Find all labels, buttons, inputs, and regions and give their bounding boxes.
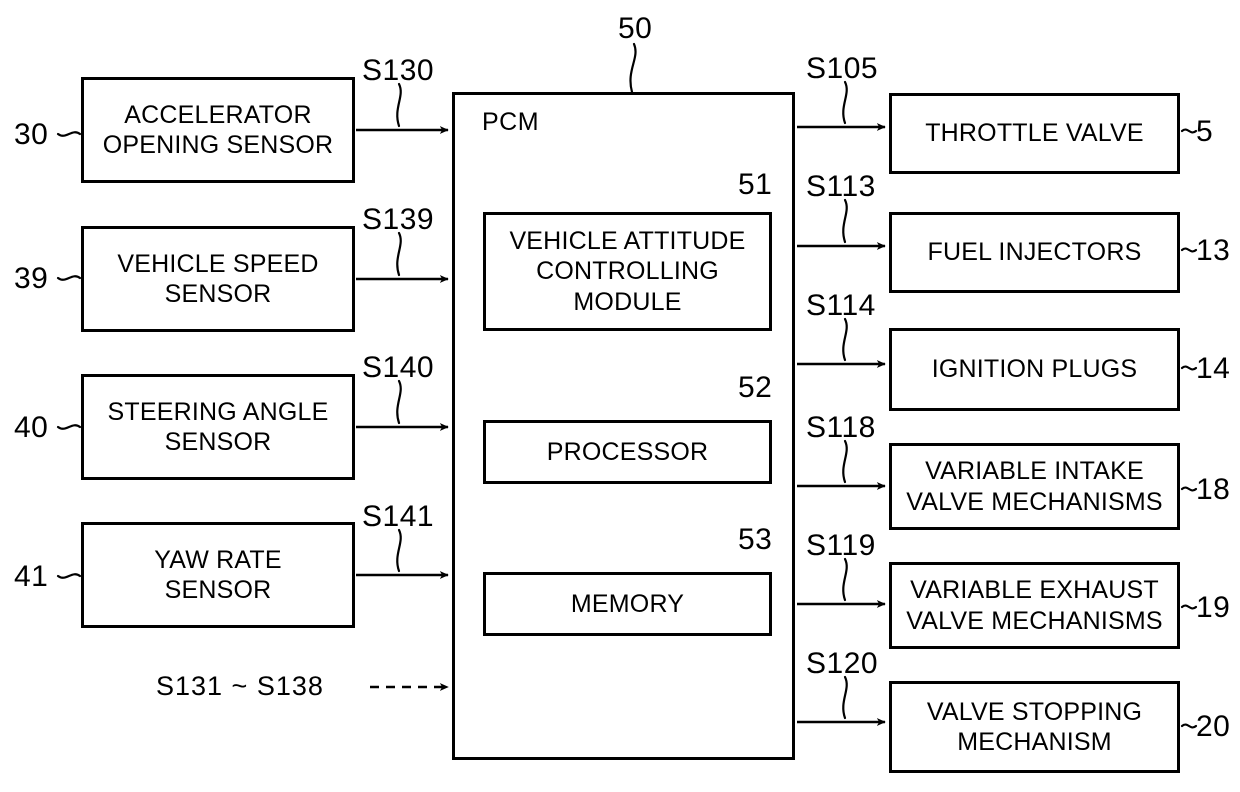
reference-numeral-13: 13	[1196, 234, 1230, 268]
pcm-module-processor[interactable]: PROCESSOR	[483, 420, 772, 484]
sensor-box-accelerator-opening-sensor[interactable]: ACCELERATOR OPENING SENSOR	[81, 77, 355, 183]
reference-numeral-18: 18	[1196, 473, 1230, 507]
signal-label-s119: S119	[806, 529, 876, 563]
signal-text: S120	[806, 647, 879, 680]
signal-range-text: S131 ~ S138	[156, 671, 324, 701]
signal-label-s139: S139	[362, 203, 434, 237]
sensor-box-yaw-rate-sensor[interactable]: YAW RATE SENSOR	[81, 522, 355, 628]
sensor-label: STEERING ANGLE SENSOR	[107, 397, 329, 457]
signal-label-s120: S120	[806, 647, 878, 681]
module-label: VEHICLE ATTITUDE CONTROLLING MODULE	[509, 226, 746, 316]
signal-text: S118	[806, 411, 876, 444]
reference-numeral-5: 5	[1196, 115, 1213, 149]
sensor-box-vehicle-speed-sensor[interactable]: VEHICLE SPEED SENSOR	[81, 226, 355, 332]
sensor-label: VEHICLE SPEED SENSOR	[117, 249, 319, 309]
actuator-box-variable-intake-valve-mechanisms[interactable]: VARIABLE INTAKE VALVE MECHANISMS	[889, 443, 1180, 530]
actuator-label: IGNITION PLUGS	[931, 355, 1138, 384]
signal-text: S119	[806, 529, 876, 562]
reference-numeral-text: 14	[1196, 352, 1231, 385]
signal-text: S139	[362, 203, 435, 236]
sensor-label: YAW RATE SENSOR	[154, 545, 282, 605]
signal-text: S114	[806, 289, 876, 322]
reference-numeral-text: 50	[618, 12, 653, 45]
signal-text: S113	[806, 170, 876, 203]
pcm-title-text: PCM	[482, 108, 540, 136]
actuator-box-throttle-valve[interactable]: THROTTLE VALVE	[889, 93, 1180, 174]
actuator-box-variable-exhaust-valve-mechanisms[interactable]: VARIABLE EXHAUST VALVE MECHANISMS	[889, 562, 1180, 649]
reference-numeral-text: 40	[14, 411, 49, 444]
reference-numeral-text: 51	[738, 168, 773, 201]
signal-label-s105: S105	[806, 52, 878, 86]
pcm-module-memory[interactable]: MEMORY	[483, 572, 772, 636]
actuator-label: VARIABLE EXHAUST VALVE MECHANISMS	[906, 576, 1163, 635]
signal-text: S141	[362, 500, 435, 533]
actuator-label: THROTTLE VALVE	[925, 119, 1144, 148]
reference-numeral-text: 19	[1196, 591, 1231, 624]
signal-label-s114: S114	[806, 289, 876, 323]
reference-numeral-50: 50	[618, 12, 652, 46]
reference-numeral-text: 53	[738, 523, 773, 556]
actuator-box-ignition-plugs[interactable]: IGNITION PLUGS	[889, 328, 1180, 411]
reference-numeral-52: 52	[738, 371, 772, 405]
signal-label-s140: S140	[362, 351, 434, 385]
module-label: PROCESSOR	[546, 437, 709, 466]
figure-canvas: ACCELERATOR OPENING SENSOR VEHICLE SPEED…	[0, 0, 1240, 792]
reference-numeral-53: 53	[738, 523, 772, 557]
signal-label-s118: S118	[806, 411, 876, 445]
signal-text: S140	[362, 351, 435, 384]
actuator-box-valve-stopping-mechanism[interactable]: VALVE STOPPING MECHANISM	[889, 681, 1180, 773]
reference-numeral-19: 19	[1196, 591, 1230, 625]
reference-numeral-14: 14	[1196, 352, 1230, 386]
reference-numeral-30: 30	[14, 118, 48, 152]
pcm-module-vehicle-attitude-controlling-module[interactable]: VEHICLE ATTITUDE CONTROLLING MODULE	[483, 212, 772, 331]
actuator-label: VARIABLE INTAKE VALVE MECHANISMS	[906, 457, 1163, 516]
actuator-label: FUEL INJECTORS	[927, 238, 1142, 267]
reference-numeral-20: 20	[1196, 710, 1230, 744]
reference-numeral-text: 20	[1196, 710, 1231, 743]
reference-numeral-text: 41	[14, 560, 49, 593]
sensor-label: ACCELERATOR OPENING SENSOR	[102, 100, 334, 160]
signal-label-s113: S113	[806, 170, 876, 204]
reference-numeral-text: 5	[1196, 115, 1214, 148]
reference-numeral-text: 30	[14, 118, 49, 151]
reference-numeral-39: 39	[14, 262, 48, 296]
reference-numeral-40: 40	[14, 411, 48, 445]
module-label: MEMORY	[570, 589, 685, 618]
reference-numeral-text: 18	[1196, 473, 1231, 506]
reference-numeral-41: 41	[14, 560, 48, 594]
signal-text: S130	[362, 54, 435, 87]
reference-numeral-text: 39	[14, 262, 49, 295]
actuator-label: VALVE STOPPING MECHANISM	[926, 697, 1143, 757]
reference-numeral-text: 13	[1196, 234, 1231, 267]
pcm-title: PCM	[482, 108, 539, 137]
reference-numeral-text: 52	[738, 371, 773, 404]
signal-label-s130: S130	[362, 54, 434, 88]
signal-text: S105	[806, 52, 879, 85]
reference-numeral-51: 51	[738, 168, 772, 202]
actuator-box-fuel-injectors[interactable]: FUEL INJECTORS	[889, 212, 1180, 293]
signal-label-s141: S141	[362, 500, 434, 534]
signal-label-s131-s138: S131 ~ S138	[156, 671, 324, 702]
sensor-box-steering-angle-sensor[interactable]: STEERING ANGLE SENSOR	[81, 374, 355, 480]
